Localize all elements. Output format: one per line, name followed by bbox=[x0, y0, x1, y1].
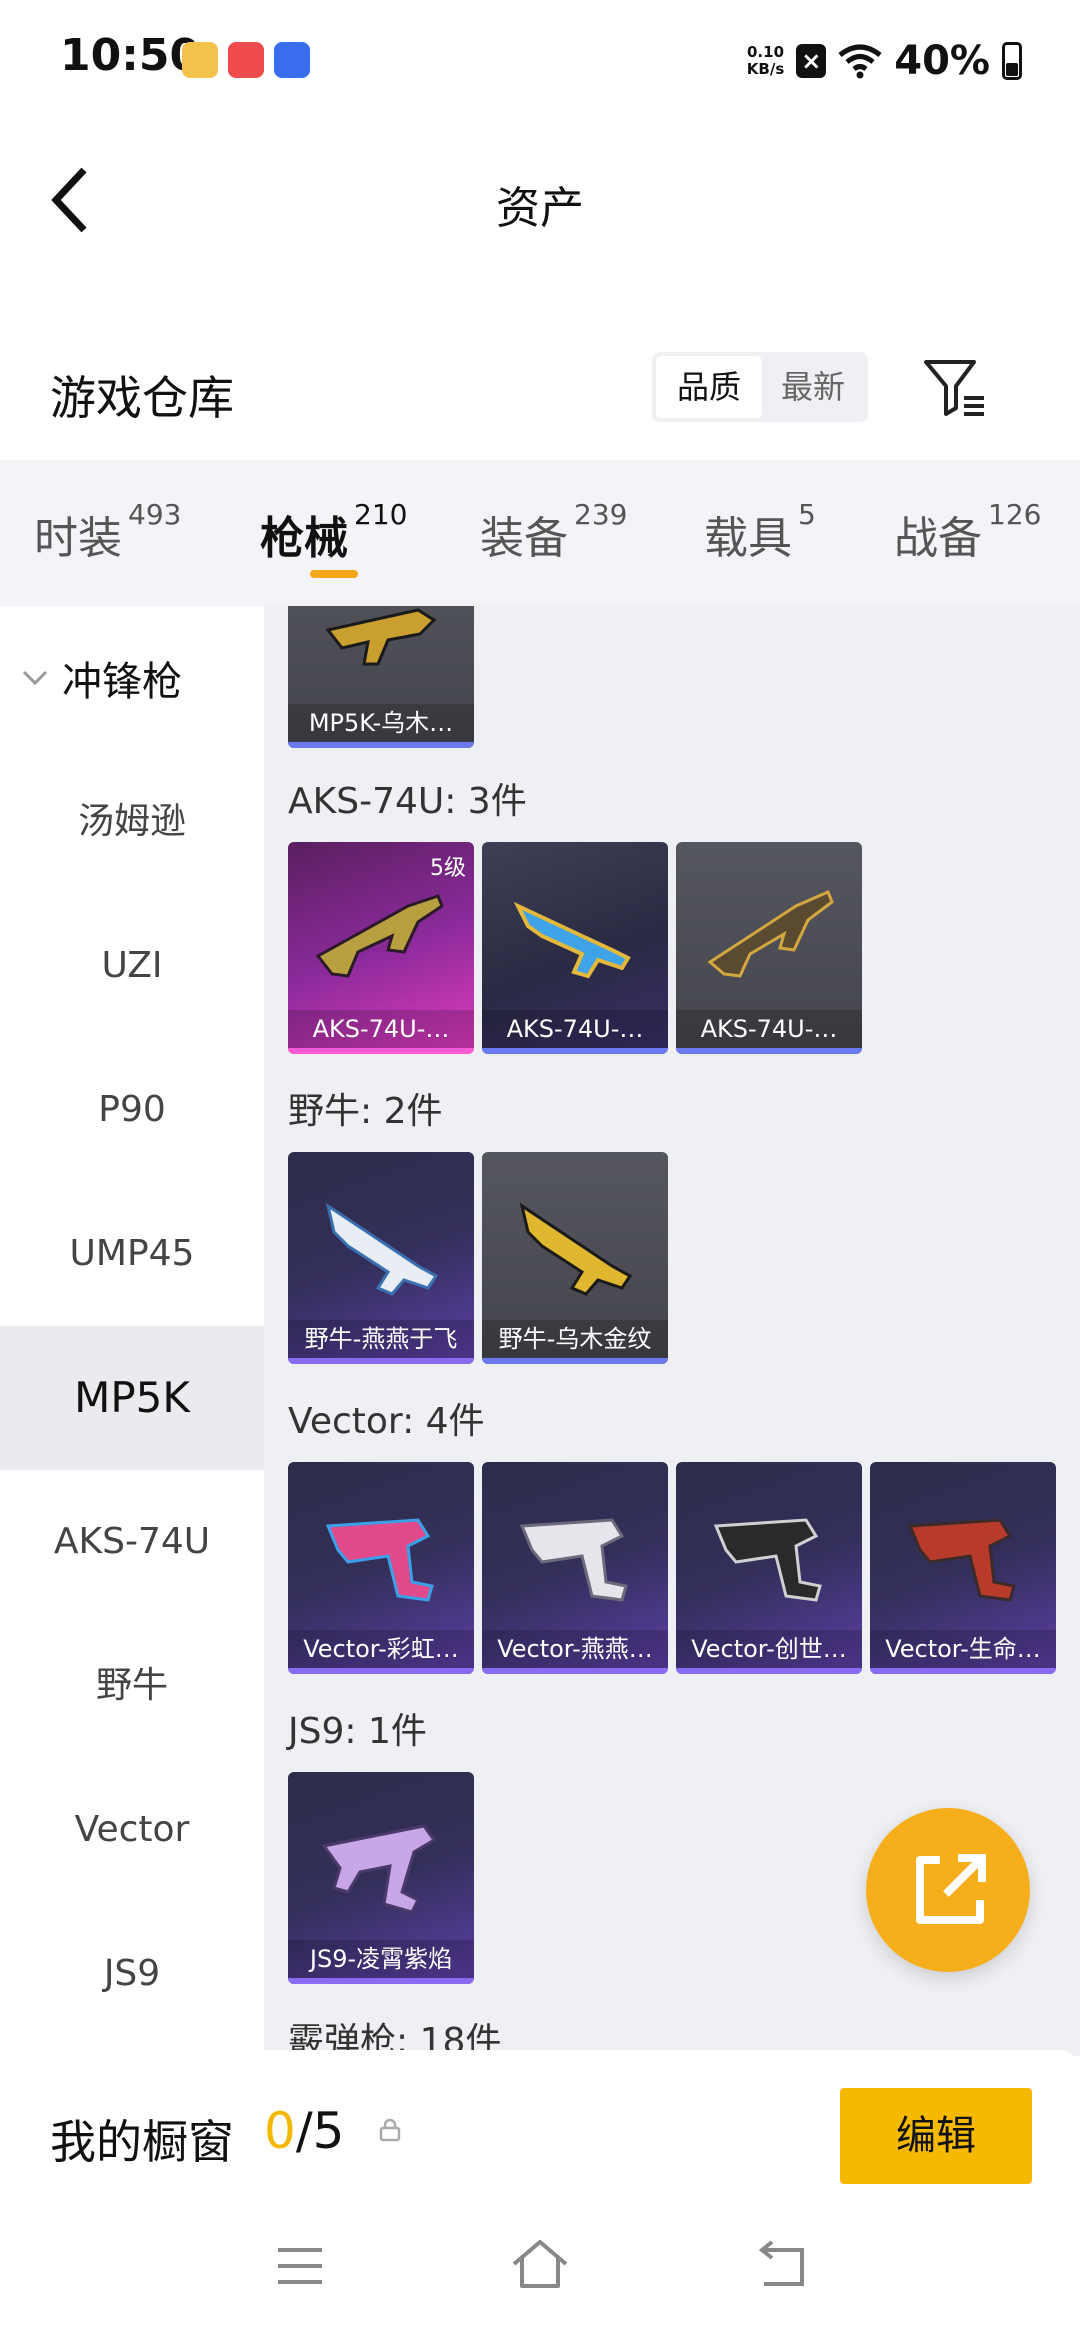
active-tab-indicator bbox=[310, 570, 358, 578]
sidebar-category-label: 冲锋枪 bbox=[62, 659, 182, 705]
gun-skin-image bbox=[315, 894, 444, 978]
sort-segment: 品质 最新 bbox=[652, 352, 868, 422]
gun-skin-image bbox=[707, 890, 834, 978]
skin-name: Vector-彩虹… bbox=[288, 1630, 474, 1668]
sidebar-item-uzi[interactable]: UZI bbox=[0, 894, 264, 1038]
edit-button[interactable]: 编辑 bbox=[840, 2088, 1032, 2184]
filter-icon[interactable] bbox=[920, 356, 990, 422]
gun-skin-image bbox=[325, 1518, 434, 1602]
rarity-bar bbox=[288, 1978, 474, 1984]
lock-icon bbox=[379, 2118, 401, 2142]
rarity-bar bbox=[288, 1358, 474, 1364]
gun-skin-image bbox=[321, 1824, 437, 1914]
skin-name: JS9-凌霄紫焰 bbox=[288, 1940, 474, 1978]
sort-quality-button[interactable]: 品质 bbox=[656, 356, 762, 418]
tab-combat-supplies[interactable]: 战备 126 bbox=[894, 498, 1041, 566]
rarity-bar bbox=[288, 742, 474, 748]
sim-off-icon: × bbox=[796, 44, 827, 78]
rarity-bar bbox=[676, 1048, 862, 1054]
sidebar-item-p90[interactable]: P90 bbox=[0, 1038, 264, 1182]
battery-icon bbox=[1002, 42, 1022, 80]
skin-name: AKS-74U-… bbox=[482, 1010, 668, 1048]
tab-guns[interactable]: 枪械 210 bbox=[260, 498, 407, 566]
gun-skin-image bbox=[713, 1518, 822, 1602]
gun-skin-image bbox=[519, 1202, 633, 1296]
skin-card[interactable]: AKS-74U-… bbox=[482, 842, 668, 1054]
back-nav-icon[interactable] bbox=[754, 2240, 808, 2290]
gun-skin-image bbox=[519, 1518, 628, 1602]
showcase-label: 我的橱窗 bbox=[50, 2115, 234, 2169]
skin-name: AKS-74U-… bbox=[288, 1010, 474, 1048]
gun-skin-image bbox=[325, 1202, 439, 1296]
gun-skin-image bbox=[325, 608, 437, 666]
sidebar-item-ump45[interactable]: UMP45 bbox=[0, 1182, 264, 1326]
share-button[interactable] bbox=[866, 1808, 1030, 1972]
huawei-notification-icon bbox=[228, 42, 264, 78]
group-title: JS9: 1件 bbox=[288, 1711, 427, 1752]
skin-name: Vector-燕燕… bbox=[482, 1630, 668, 1668]
chevron-down-icon bbox=[22, 670, 48, 686]
battery-percent: 40% bbox=[894, 38, 990, 84]
skin-card[interactable]: Vector-燕燕… bbox=[482, 1462, 668, 1674]
sidebar-item-js9[interactable]: JS9 bbox=[0, 1902, 264, 2046]
skin-card[interactable]: 野牛-乌木金纹 bbox=[482, 1152, 668, 1364]
skin-name: AKS-74U-… bbox=[676, 1010, 862, 1048]
sidebar-item-mp5k[interactable]: MP5K bbox=[0, 1326, 264, 1470]
skin-name: MP5K-乌木… bbox=[288, 704, 474, 742]
category-tabs: 时装 493 枪械 210 装备 239 载具 5 战备 126 bbox=[0, 460, 1080, 606]
sidebar-item-thompson[interactable]: 汤姆逊 bbox=[0, 750, 264, 894]
share-export-icon bbox=[916, 1854, 986, 1924]
app-notification-icon bbox=[182, 42, 218, 78]
skin-card[interactable]: JS9-凌霄紫焰 bbox=[288, 1772, 474, 1984]
rarity-bar bbox=[288, 1668, 474, 1674]
menu-icon[interactable] bbox=[276, 2244, 324, 2288]
skin-card[interactable]: Vector-生命… bbox=[870, 1462, 1056, 1674]
skin-card[interactable]: 野牛-燕燕于飞 bbox=[288, 1152, 474, 1364]
skin-card[interactable]: MP5K-乌木… bbox=[288, 606, 474, 748]
skin-card[interactable]: 5级 AKS-74U-… bbox=[288, 842, 474, 1054]
tab-fashion[interactable]: 时装 493 bbox=[34, 498, 181, 566]
group-title: AKS-74U: 3件 bbox=[288, 781, 527, 822]
skin-card[interactable]: AKS-74U-… bbox=[676, 842, 862, 1054]
showcase-bar: 我的橱窗 0/5 编辑 bbox=[0, 2050, 1080, 2200]
home-icon[interactable] bbox=[510, 2238, 570, 2290]
sidebar-category-smg[interactable]: 冲锋枪 bbox=[0, 606, 264, 750]
vivo-notification-icon bbox=[274, 42, 310, 78]
network-speed: 0.10 KB/s bbox=[746, 43, 785, 78]
rarity-bar bbox=[482, 1048, 668, 1054]
rarity-bar bbox=[288, 1048, 474, 1054]
skin-name: 野牛-燕燕于飞 bbox=[288, 1320, 474, 1358]
gun-skin-image bbox=[907, 1518, 1016, 1602]
status-time: 10:50 bbox=[60, 30, 201, 81]
rarity-bar bbox=[482, 1668, 668, 1674]
sort-newest-button[interactable]: 最新 bbox=[762, 356, 864, 418]
group-title: Vector: 4件 bbox=[288, 1401, 485, 1442]
system-nav-bar bbox=[0, 2200, 1080, 2344]
skin-name: Vector-生命… bbox=[870, 1630, 1056, 1668]
tab-equipment[interactable]: 装备 239 bbox=[480, 498, 627, 566]
warehouse-title: 游戏仓库 bbox=[50, 371, 234, 425]
skin-name: 野牛-乌木金纹 bbox=[482, 1320, 668, 1358]
sidebar-item-aks74u[interactable]: AKS-74U bbox=[0, 1470, 264, 1614]
weapon-sidebar: 冲锋枪 汤姆逊 UZI P90 UMP45 MP5K AKS-74U 野牛 Ve… bbox=[0, 606, 264, 2056]
gun-skin-image bbox=[513, 901, 631, 979]
rarity-bar bbox=[482, 1358, 668, 1364]
showcase-count: 0/5 bbox=[264, 2102, 345, 2160]
sidebar-item-vector[interactable]: Vector bbox=[0, 1758, 264, 1902]
rarity-bar bbox=[870, 1668, 1056, 1674]
page-title: 资产 bbox=[496, 183, 584, 234]
wifi-icon bbox=[838, 44, 882, 79]
tab-vehicles[interactable]: 载具 5 bbox=[704, 498, 816, 566]
skin-name: Vector-创世… bbox=[676, 1630, 862, 1668]
skin-card[interactable]: Vector-创世… bbox=[676, 1462, 862, 1674]
status-bar: 10:50 0.10 KB/s × 40% bbox=[0, 0, 1080, 120]
rarity-bar bbox=[676, 1668, 862, 1674]
app-header: 资产 bbox=[0, 120, 1080, 280]
sidebar-item-bizon[interactable]: 野牛 bbox=[0, 1614, 264, 1758]
group-title: 野牛: 2件 bbox=[288, 1091, 443, 1132]
skin-card[interactable]: Vector-彩虹… bbox=[288, 1462, 474, 1674]
